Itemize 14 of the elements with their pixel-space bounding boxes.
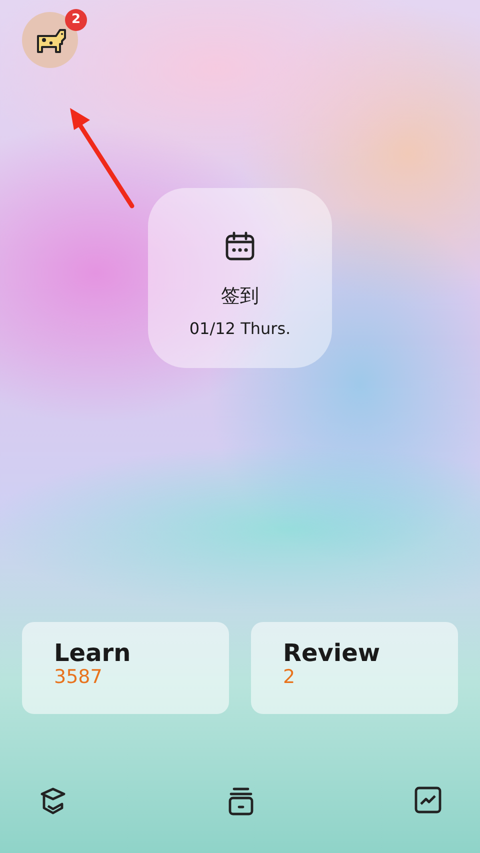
calendar-icon	[224, 230, 256, 262]
stat-count: 3587	[54, 666, 104, 690]
check-in-title: 签到	[221, 284, 259, 309]
stat-card[interactable]: Review 2	[251, 622, 458, 714]
check-in-card[interactable]: 签到 01/12 Thurs.	[148, 188, 332, 368]
notification-badge: 2	[65, 9, 87, 31]
line-chart-icon[interactable]	[414, 786, 442, 814]
archive-box-icon[interactable]	[227, 786, 255, 816]
graduation-cap-icon[interactable]	[38, 786, 68, 816]
stat-label: Learn	[54, 640, 132, 666]
stat-card[interactable]: Learn 3587	[22, 622, 229, 714]
stat-count: 2	[283, 666, 296, 690]
stat-label: Review	[283, 640, 382, 666]
check-in-date: 01/12 Thurs.	[189, 318, 291, 340]
